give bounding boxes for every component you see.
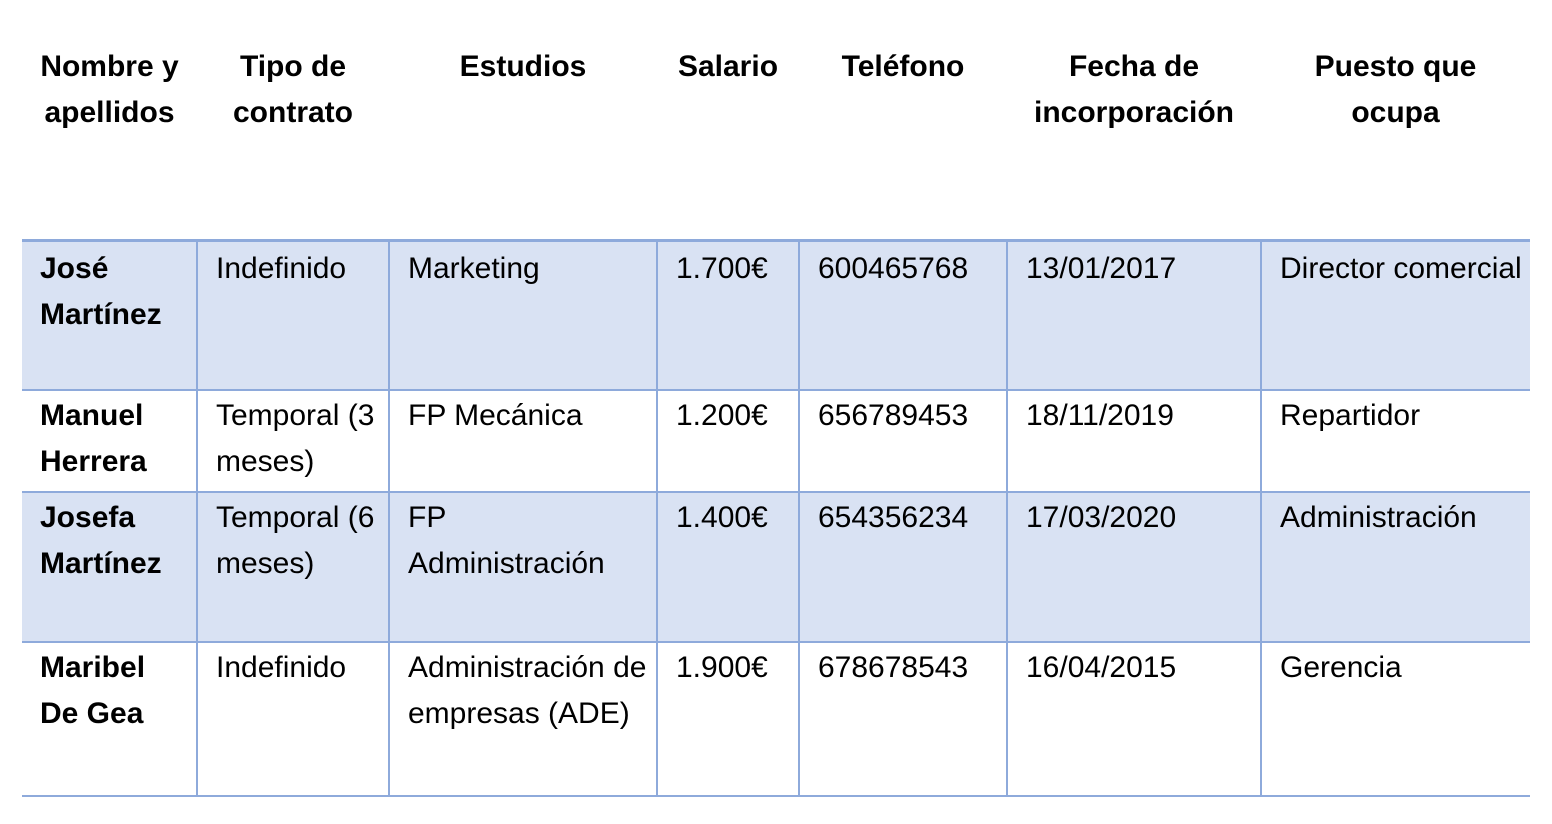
cell-puesto: Repartidor — [1260, 390, 1530, 493]
header-puesto: Puesto que ocupa — [1261, 40, 1530, 242]
cell-puesto: Gerencia — [1260, 642, 1530, 797]
employees-table: Nombre y apellidos Tipo de contrato Estu… — [22, 40, 1530, 797]
cell-salario: 1.400€ — [656, 492, 799, 643]
cell-fecha: 17/03/2020 — [1006, 492, 1261, 643]
header-tipo-contrato: Tipo de contrato — [197, 40, 389, 242]
cell-estudios: FP Administración — [388, 492, 657, 643]
cell-nombre: José Martínez — [22, 240, 197, 391]
table-row: Josefa Martínez Temporal (6 meses) FP Ad… — [22, 492, 1530, 643]
table-header-row: Nombre y apellidos Tipo de contrato Estu… — [22, 40, 1530, 242]
header-telefono: Teléfono — [799, 40, 1007, 242]
cell-nombre: Josefa Martínez — [22, 492, 197, 643]
cell-puesto: Administración — [1260, 492, 1530, 643]
cell-contrato: Temporal (3 meses) — [196, 390, 389, 493]
cell-salario: 1.900€ — [656, 642, 799, 797]
cell-nombre: Manuel Herrera — [22, 390, 197, 493]
cell-puesto: Director comercial — [1260, 240, 1530, 391]
cell-telefono: 678678543 — [798, 642, 1007, 797]
table-row: Manuel Herrera Temporal (3 meses) FP Mec… — [22, 390, 1530, 493]
table-row: José Martínez Indefinido Marketing 1.700… — [22, 240, 1530, 391]
cell-telefono: 656789453 — [798, 390, 1007, 493]
cell-contrato: Temporal (6 meses) — [196, 492, 389, 643]
cell-salario: 1.700€ — [656, 240, 799, 391]
cell-telefono: 600465768 — [798, 240, 1007, 391]
cell-contrato: Indefinido — [196, 642, 389, 797]
cell-nombre: Maribel De Gea — [22, 642, 197, 797]
cell-fecha: 18/11/2019 — [1006, 390, 1261, 493]
cell-salario: 1.200€ — [656, 390, 799, 493]
header-salario: Salario — [657, 40, 799, 242]
cell-estudios: FP Mecánica — [388, 390, 657, 493]
header-fecha: Fecha de incorporación — [1007, 40, 1261, 242]
header-estudios: Estudios — [389, 40, 657, 242]
cell-estudios: Marketing — [388, 240, 657, 391]
table-row: Maribel De Gea Indefinido Administración… — [22, 642, 1530, 797]
cell-fecha: 13/01/2017 — [1006, 240, 1261, 391]
cell-estudios: Administración de empresas (ADE) — [388, 642, 657, 797]
header-nombre: Nombre y apellidos — [22, 40, 197, 242]
cell-telefono: 654356234 — [798, 492, 1007, 643]
cell-fecha: 16/04/2015 — [1006, 642, 1261, 797]
cell-contrato: Indefinido — [196, 240, 389, 391]
